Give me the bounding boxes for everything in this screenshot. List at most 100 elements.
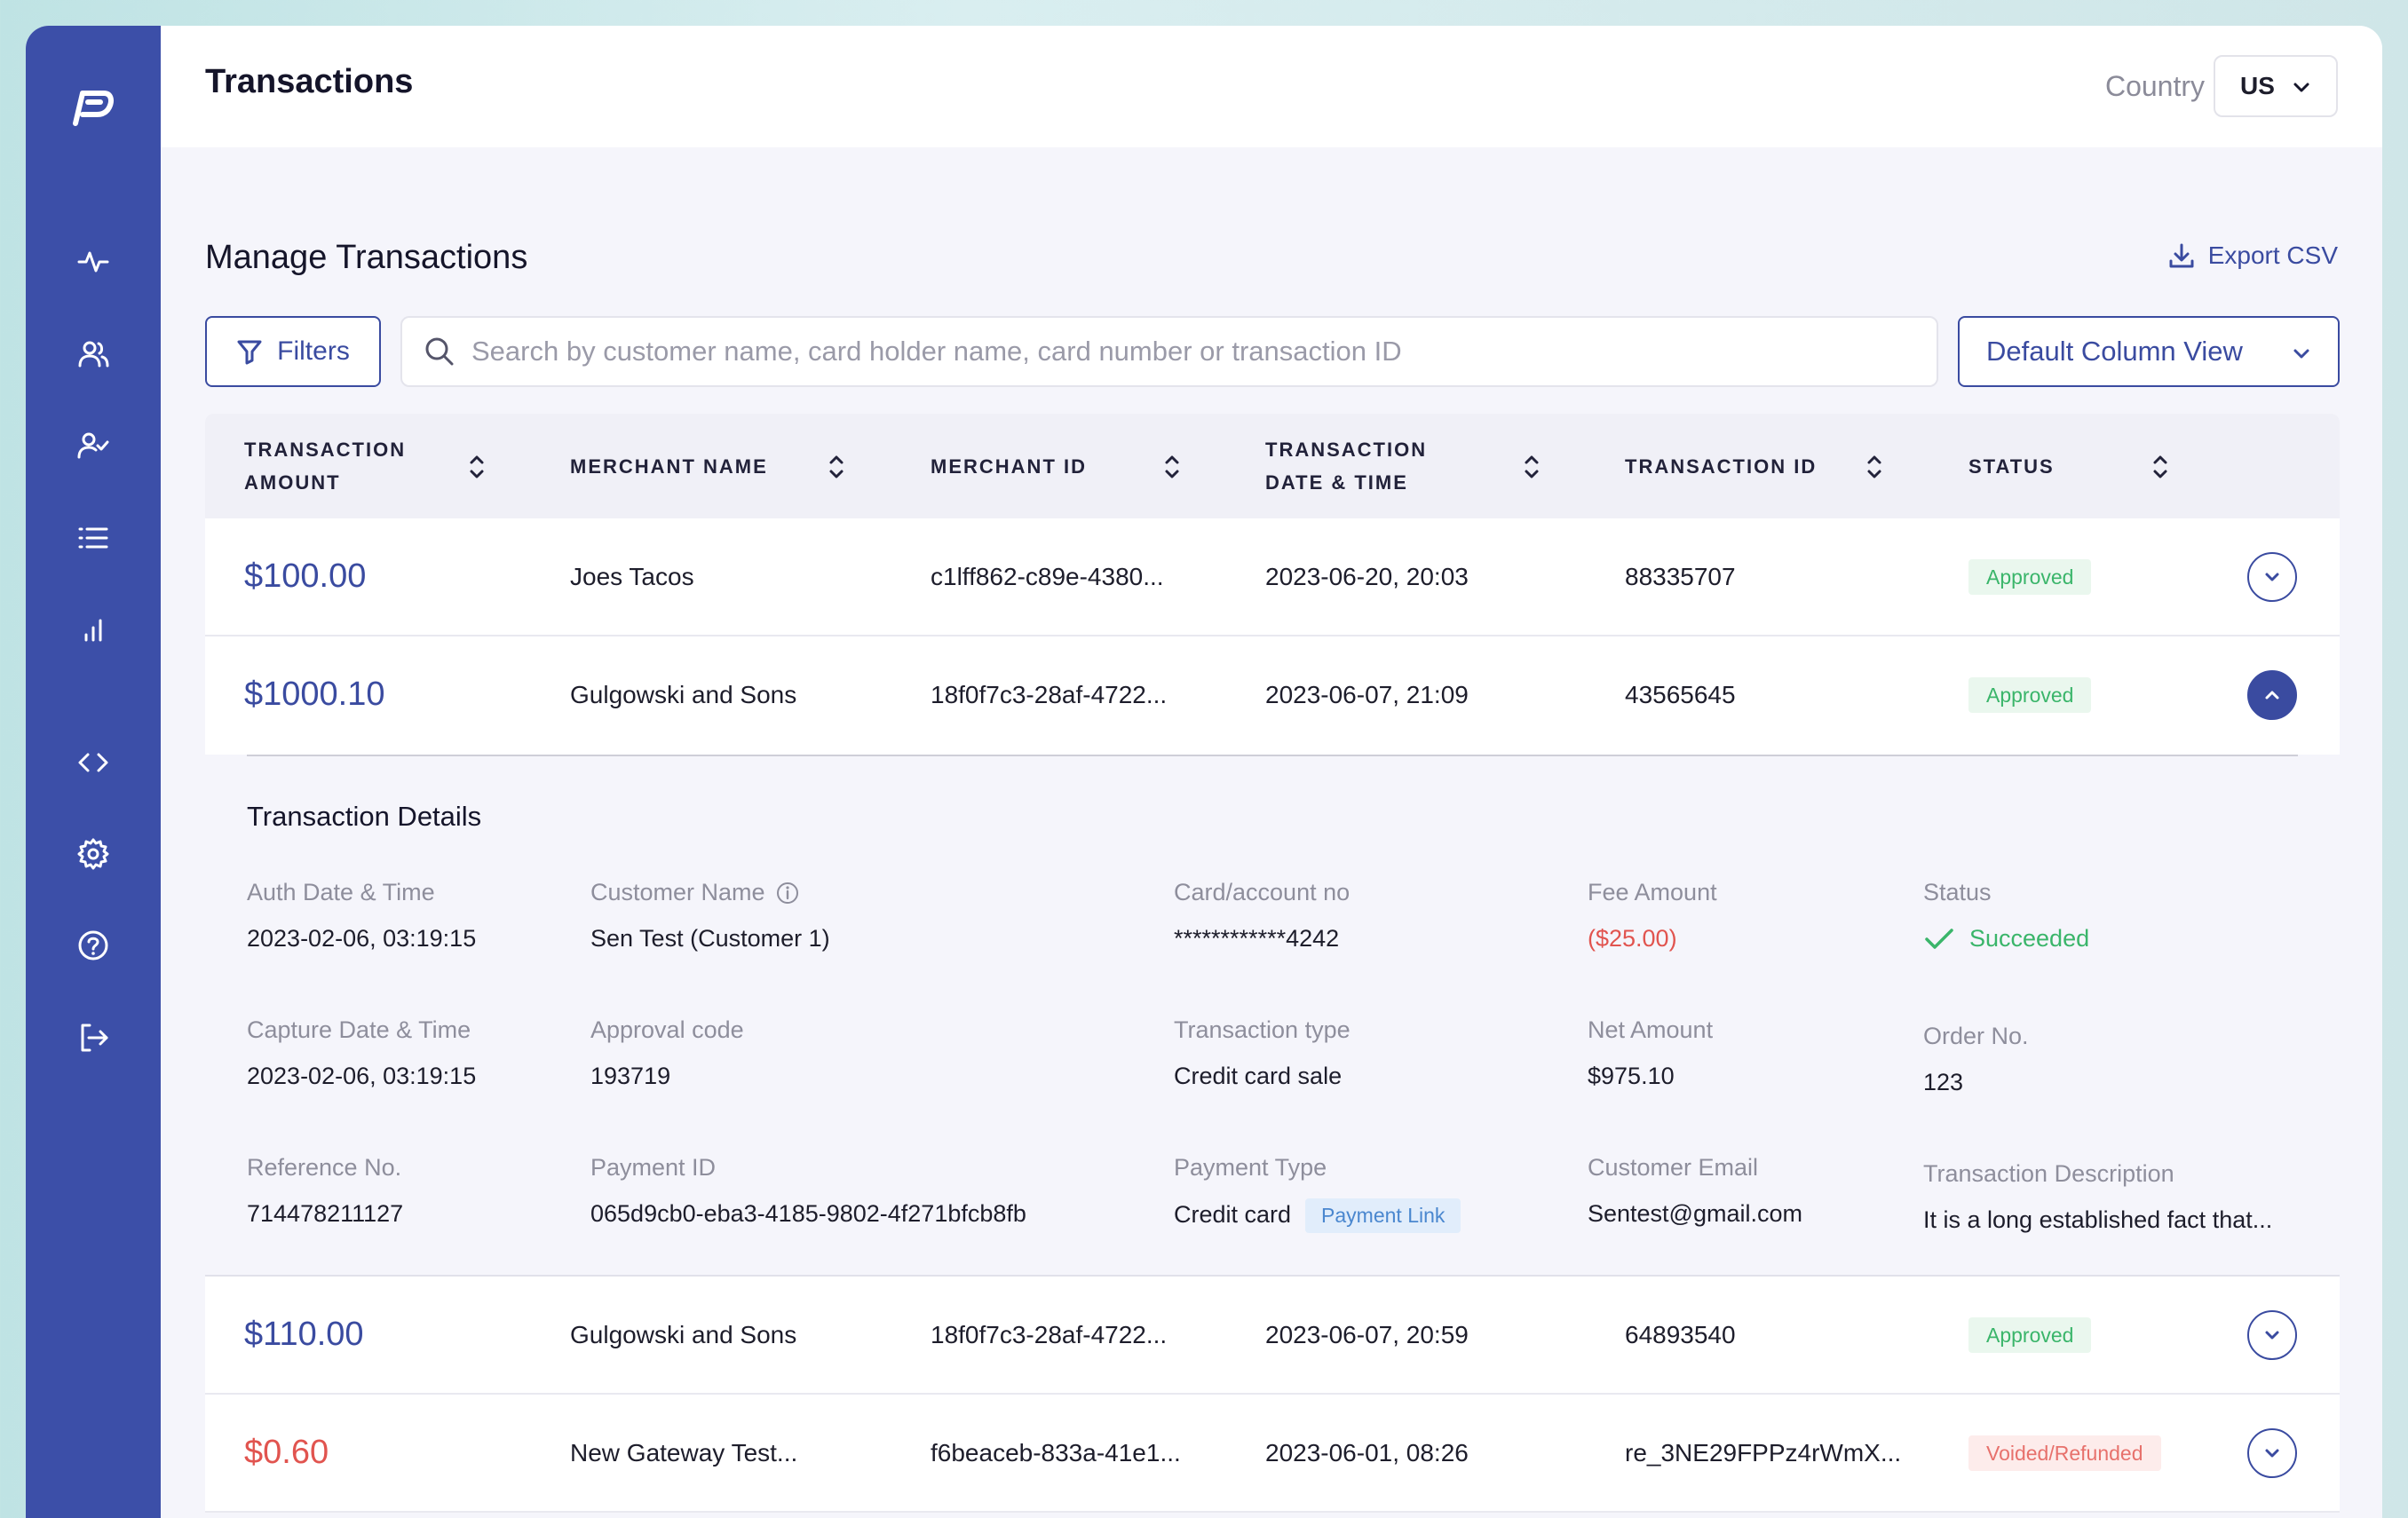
capture-date-value: 2023-02-06, 03:19:15 bbox=[247, 1063, 477, 1089]
export-csv-label: Export CSV bbox=[2207, 241, 2338, 269]
users-icon[interactable] bbox=[75, 336, 111, 372]
logo-icon[interactable] bbox=[65, 79, 122, 136]
sort-icon[interactable] bbox=[1865, 453, 1883, 481]
transaction-datetime: 2023-06-01, 08:26 bbox=[1265, 1438, 1469, 1467]
filters-button[interactable]: Filters bbox=[205, 316, 381, 387]
merchant-id: f6beaceb-833a-41e1... bbox=[931, 1438, 1181, 1467]
chevron-down-icon bbox=[2265, 573, 2279, 581]
transaction-id: 64893540 bbox=[1625, 1320, 1736, 1348]
table-row[interactable]: $110.00 Gulgowski and Sons 18f0f7c3-28af… bbox=[205, 1277, 2340, 1395]
filters-label: Filters bbox=[277, 336, 350, 366]
expand-row-button[interactable] bbox=[2247, 1428, 2297, 1478]
search-box[interactable] bbox=[400, 316, 1938, 387]
filter-icon bbox=[237, 340, 262, 365]
search-icon bbox=[425, 337, 454, 366]
column-view-label: Default Column View bbox=[1986, 336, 2243, 367]
transaction-description-value: It is a long established fact that... bbox=[1923, 1206, 2273, 1233]
approval-code-label: Approval code bbox=[590, 1016, 744, 1043]
fee-amount-label: Fee Amount bbox=[1588, 879, 1717, 905]
expand-row-button[interactable] bbox=[2247, 552, 2297, 602]
search-input[interactable] bbox=[471, 336, 1937, 368]
customer-email-value: Sentest@gmail.com bbox=[1588, 1200, 1802, 1227]
merchant-id: 18f0f7c3-28af-4722... bbox=[931, 680, 1168, 708]
country-select[interactable]: US bbox=[2214, 55, 2338, 117]
chevron-down-icon bbox=[2293, 83, 2309, 92]
status-badge: Approved bbox=[1968, 1317, 2092, 1353]
details-title: Transaction Details bbox=[247, 801, 482, 832]
gear-icon[interactable] bbox=[75, 836, 111, 872]
sort-icon[interactable] bbox=[2151, 453, 2169, 481]
expand-row-button[interactable] bbox=[2247, 1310, 2297, 1360]
collapse-row-button[interactable] bbox=[2247, 670, 2297, 720]
user-check-icon[interactable] bbox=[75, 428, 111, 463]
status-badge: Approved bbox=[1968, 677, 2092, 713]
auth-date-value: 2023-02-06, 03:19:15 bbox=[247, 925, 477, 952]
list-icon[interactable] bbox=[75, 520, 111, 556]
bar-chart-icon[interactable] bbox=[75, 612, 111, 647]
col-header-transaction-date[interactable]: TRANSACTION DATE & TIME bbox=[1265, 414, 1427, 518]
capture-date-label: Capture Date & Time bbox=[247, 1016, 471, 1043]
activity-icon[interactable] bbox=[75, 244, 111, 280]
transactions-table: TRANSACTION AMOUNT MERCHANT NAME MERCHANT… bbox=[205, 414, 2340, 1513]
col-header-merchant-id[interactable]: MERCHANT ID bbox=[931, 414, 1087, 518]
chevron-down-icon bbox=[2265, 1449, 2279, 1458]
merchant-id: 18f0f7c3-28af-4722... bbox=[931, 1320, 1168, 1348]
transaction-description-label: Transaction Description bbox=[1923, 1160, 2174, 1187]
merchant-name: Gulgowski and Sons bbox=[570, 1320, 797, 1348]
transaction-type-label: Transaction type bbox=[1174, 1016, 1351, 1043]
transaction-id: 88335707 bbox=[1625, 562, 1736, 590]
order-number-value: 123 bbox=[1923, 1069, 1964, 1095]
sort-icon[interactable] bbox=[1523, 453, 1541, 481]
info-icon[interactable] bbox=[776, 882, 799, 905]
col-header-transaction-id[interactable]: TRANSACTION ID bbox=[1625, 414, 1817, 518]
customer-email-label: Customer Email bbox=[1588, 1154, 1759, 1181]
app-window: Transactions Country US Manage Transacti… bbox=[26, 26, 2382, 1518]
transaction-amount: $100.00 bbox=[244, 557, 367, 595]
status-label: Status bbox=[1923, 879, 1992, 905]
export-csv-button[interactable]: Export CSV bbox=[2167, 241, 2338, 270]
chevron-down-icon bbox=[2293, 349, 2309, 359]
customer-name-label: Customer Name bbox=[590, 879, 799, 906]
table-row[interactable]: $100.00 Joes Tacos c1lff862-c89e-4380...… bbox=[205, 518, 2340, 636]
net-amount-label: Net Amount bbox=[1588, 1016, 1714, 1043]
transaction-amount: $1000.10 bbox=[244, 676, 385, 713]
main-content: Manage Transactions Export CSV Filters D… bbox=[161, 147, 2382, 1518]
sort-icon[interactable] bbox=[468, 453, 486, 481]
merchant-name: Gulgowski and Sons bbox=[570, 680, 797, 708]
status-badge: Approved bbox=[1968, 559, 2092, 595]
col-header-merchant-name[interactable]: MERCHANT NAME bbox=[570, 414, 768, 518]
merchant-id: c1lff862-c89e-4380... bbox=[931, 562, 1164, 590]
chevron-up-icon bbox=[2265, 691, 2279, 700]
fee-amount-value: ($25.00) bbox=[1588, 925, 1677, 952]
column-view-select[interactable]: Default Column View bbox=[1958, 316, 2340, 387]
col-header-transaction-amount[interactable]: TRANSACTION AMOUNT bbox=[244, 414, 406, 518]
card-number-label: Card/account no bbox=[1174, 879, 1351, 905]
code-icon[interactable] bbox=[75, 745, 111, 780]
status-badge: Voided/Refunded bbox=[1968, 1435, 2161, 1471]
card-number-value: ************4242 bbox=[1174, 925, 1340, 952]
col-header-status[interactable]: STATUS bbox=[1968, 414, 2055, 518]
approval-code-value: 193719 bbox=[590, 1063, 671, 1089]
transaction-amount: $0.60 bbox=[244, 1434, 329, 1471]
topbar: Transactions Country US bbox=[161, 26, 2382, 147]
table-header: TRANSACTION AMOUNT MERCHANT NAME MERCHANT… bbox=[205, 414, 2340, 518]
sort-icon[interactable] bbox=[828, 453, 845, 481]
reference-number-label: Reference No. bbox=[247, 1154, 402, 1181]
help-icon[interactable] bbox=[75, 928, 111, 963]
country-value: US bbox=[2240, 72, 2275, 99]
sort-icon[interactable] bbox=[1163, 453, 1181, 481]
auth-date-label: Auth Date & Time bbox=[247, 879, 435, 905]
customer-name-value: Sen Test (Customer 1) bbox=[590, 925, 830, 952]
transaction-details-panel: Transaction Details Auth Date & Time 202… bbox=[205, 755, 2340, 1277]
status-value: Succeeded bbox=[1923, 925, 2089, 953]
merchant-name: New Gateway Test... bbox=[570, 1438, 798, 1467]
transaction-datetime: 2023-06-07, 20:59 bbox=[1265, 1320, 1469, 1348]
table-row[interactable]: $0.60 New Gateway Test... f6beaceb-833a-… bbox=[205, 1395, 2340, 1513]
table-row[interactable]: $1000.10 Gulgowski and Sons 18f0f7c3-28a… bbox=[205, 636, 2340, 755]
transaction-id: re_3NE29FPPz4rWmX... bbox=[1625, 1438, 1902, 1467]
logout-icon[interactable] bbox=[75, 1020, 111, 1055]
transaction-type-value: Credit card sale bbox=[1174, 1063, 1343, 1089]
divider bbox=[247, 755, 2298, 756]
country-label: Country bbox=[2104, 70, 2205, 102]
payment-id-value: 065d9cb0-eba3-4185-9802-4f271bfcb8fb bbox=[590, 1200, 1026, 1227]
